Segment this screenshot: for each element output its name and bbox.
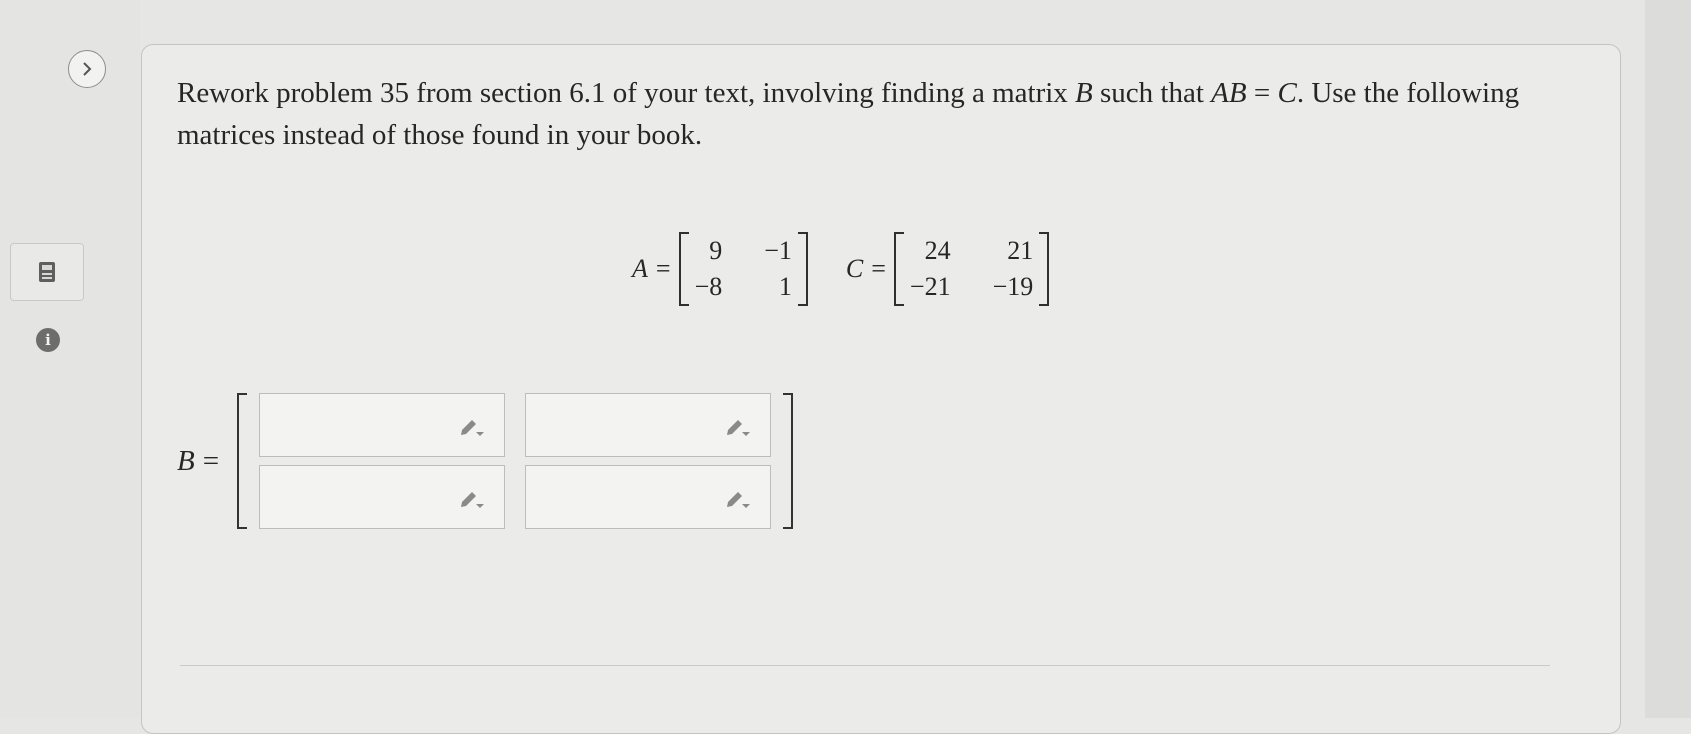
pencil-dropdown-icon[interactable]: [724, 414, 752, 438]
matrix-a-left-bracket: [678, 232, 689, 306]
matrix-c-right-bracket: [1039, 232, 1050, 306]
answer-right-bracket: [783, 393, 794, 529]
answer-cell-r1c1: [259, 393, 506, 457]
matrix-a-label: A: [632, 254, 648, 283]
matrix-c-cell: 24: [924, 236, 951, 265]
matrix-a: 9 −1 −8 1: [689, 235, 798, 303]
calculator-button[interactable]: [10, 243, 84, 301]
answer-cell-r2c1: [259, 465, 506, 529]
right-edge: [1645, 0, 1691, 718]
matrix-c-cell: −19: [992, 272, 1034, 301]
answer-matrix-grid: [247, 393, 783, 529]
matrix-c-left-bracket: [893, 232, 904, 306]
left-rail: [0, 0, 140, 718]
given-matrices: A = 9 −1 −8 1 C = 24 21 −21 −19: [632, 232, 1050, 306]
divider: [180, 665, 1550, 666]
matrix-c-equals: =: [871, 254, 886, 283]
matrix-a-equals: =: [655, 254, 671, 283]
matrix-a-right-bracket: [797, 232, 808, 306]
calculator-icon: [39, 262, 55, 282]
matrix-c-label: C: [845, 254, 864, 283]
matrix-c-cell: 21: [1007, 236, 1034, 265]
answer-cell-r1c2: [525, 393, 772, 457]
matrix-a-cell: −1: [764, 236, 792, 265]
matrix-c: 24 21 −21 −19: [904, 235, 1039, 303]
chevron-right-icon: [83, 62, 92, 76]
pencil-dropdown-icon[interactable]: [458, 486, 486, 510]
pencil-dropdown-icon[interactable]: [724, 486, 752, 510]
answer-left-bracket: [237, 393, 248, 529]
matrix-a-cell: 1: [778, 272, 792, 301]
matrix-c-cell: −21: [909, 272, 951, 301]
expand-panel-button[interactable]: [68, 50, 106, 88]
answer-matrix-row: B =: [177, 393, 794, 529]
matrix-a-cell: 9: [709, 236, 723, 265]
pencil-dropdown-icon[interactable]: [458, 414, 486, 438]
answer-b-label: B: [177, 444, 195, 477]
answer-cell-r2c2: [525, 465, 772, 529]
matrix-a-cell: −8: [694, 272, 723, 301]
answer-equals: =: [202, 444, 220, 477]
question-text: Rework problem 35 from section 6.1 of yo…: [177, 77, 1520, 151]
info-icon[interactable]: i: [36, 328, 60, 352]
